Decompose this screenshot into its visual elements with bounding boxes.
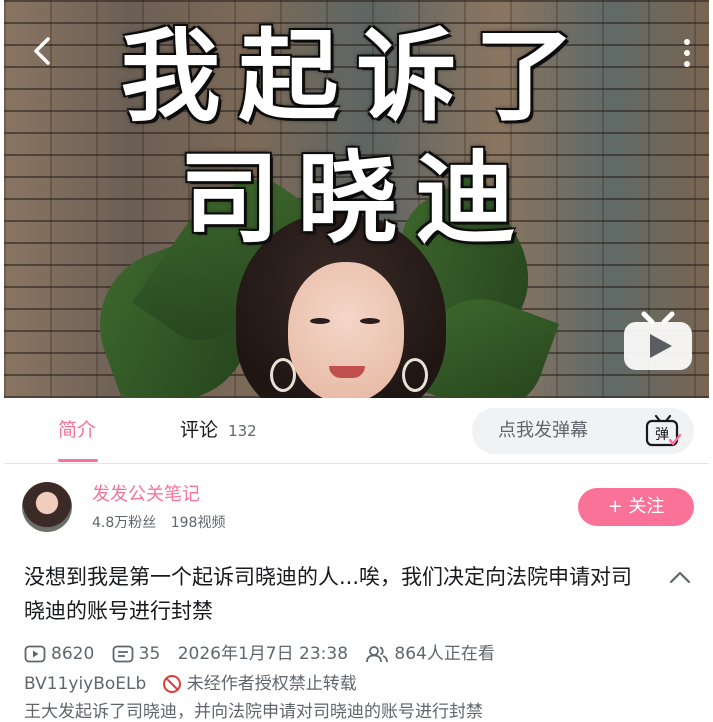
active-tab-indicator: [58, 459, 98, 462]
avatar[interactable]: [22, 482, 72, 532]
tab-intro[interactable]: 简介: [58, 418, 96, 442]
chevron-up-icon[interactable]: [668, 568, 692, 586]
danmaku-icon-glyph: 弹: [655, 427, 669, 443]
follower-count: 4.8万粉丝: [92, 515, 157, 531]
follow-button[interactable]: + 关注: [578, 488, 694, 526]
play-count-value: 8620: [51, 644, 95, 664]
play-count-icon: [24, 645, 46, 663]
no-repost-icon: [162, 675, 181, 693]
tab-comments[interactable]: 评论 132: [180, 418, 257, 443]
tab-bar: 简介 评论 132 点我发弹幕 弹: [4, 398, 709, 464]
video-headline-line1: 我起诉了: [120, 18, 593, 135]
watching-now: 864人正在看: [365, 644, 495, 664]
danmaku-placeholder: 点我发弹幕: [498, 420, 588, 441]
copyright-notice: 未经作者授权禁止转载: [186, 674, 357, 694]
tab-intro-label: 简介: [58, 419, 97, 441]
tab-comments-label: 评论: [180, 419, 219, 441]
uploader-name[interactable]: 发发公关笔记: [92, 484, 200, 506]
uploader-row: 发发公关笔记 4.8万粉丝 198视频 + 关注: [4, 464, 709, 548]
danmaku-count: 35: [112, 644, 166, 664]
earring: [402, 358, 428, 392]
video-meta-secondary: BV11yiyBoELb 未经作者授权禁止转载: [24, 672, 704, 696]
comments-count: 132: [228, 422, 257, 440]
danmaku-toggle-icon[interactable]: 弹: [644, 413, 682, 449]
danmaku-count-value: 35: [138, 644, 161, 664]
danmaku-count-icon: [112, 645, 134, 663]
video-description: 王大发起诉了司晓迪，并向法院申请对司晓迪的账号进行封禁: [24, 702, 483, 722]
play-icon[interactable]: [622, 310, 694, 372]
bvid: BV11yiyBoELb: [24, 674, 147, 694]
earring: [270, 358, 296, 392]
back-icon[interactable]: [26, 34, 60, 68]
presenter-eye: [360, 318, 380, 324]
more-icon[interactable]: [677, 36, 697, 70]
danmaku-input[interactable]: 点我发弹幕 弹: [472, 408, 694, 454]
watching-now-value: 864人正在看: [394, 644, 495, 664]
viewers-icon: [366, 646, 389, 663]
presenter-eye: [310, 318, 330, 324]
video-meta: 8620 35 2026年1月7日 23:38 864人正在看: [24, 642, 704, 666]
video-headline-line2: 司晓迪: [179, 140, 534, 257]
video-title: 没想到我是第一个起诉司晓迪的人...唉，我们决定向法院申请对司晓迪的账号进行封禁: [24, 565, 633, 623]
uploader-stats: 4.8万粉丝 198视频: [92, 514, 225, 532]
play-count: 8620: [24, 644, 100, 664]
video-count: 198视频: [170, 515, 226, 531]
publish-datetime: 2026年1月7日 23:38: [177, 644, 349, 664]
video-player[interactable]: 我起诉了 司晓迪: [4, 0, 709, 398]
